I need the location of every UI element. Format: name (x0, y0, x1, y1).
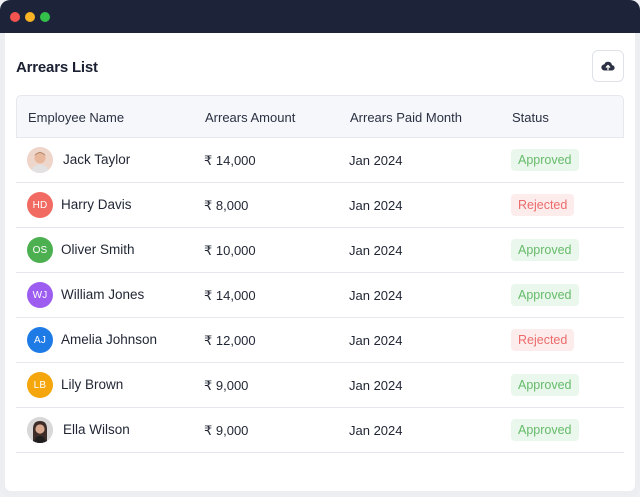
arrears-amount: ₹ 10,000 (204, 243, 256, 258)
arrears-paid-month: Jan 2024 (349, 198, 403, 213)
table-row[interactable]: LB Lily Brown ₹ 9,000 Jan 2024 Approved (16, 363, 624, 408)
arrears-paid-month: Jan 2024 (349, 333, 403, 348)
app-window: Arrears List Employee Name Arrears Amoun… (0, 0, 640, 497)
employee-name: Lily Brown (61, 377, 124, 392)
upload-button[interactable] (592, 50, 624, 82)
page-title: Arrears List (16, 59, 98, 76)
maximize-window-button[interactable] (40, 12, 50, 22)
table-row[interactable]: Ella Wilson ₹ 9,000 Jan 2024 Approved (16, 408, 624, 453)
avatar: LB (27, 372, 53, 398)
title-bar (0, 0, 640, 33)
header-status: Status (512, 110, 549, 125)
arrears-paid-month: Jan 2024 (349, 243, 403, 258)
header-employee-name: Employee Name (28, 110, 125, 125)
arrears-amount: ₹ 14,000 (204, 153, 256, 168)
employee-name: Harry Davis (61, 197, 132, 212)
employee-name: William Jones (61, 287, 145, 302)
status-badge: Approved (511, 419, 579, 441)
employee-name: Jack Taylor (63, 152, 131, 167)
status-badge: Rejected (511, 329, 575, 351)
employee-name: Amelia Johnson (61, 332, 158, 347)
arrears-panel: Arrears List Employee Name Arrears Amoun… (5, 33, 635, 491)
arrears-paid-month: Jan 2024 (349, 288, 403, 303)
header-arrears-amount: Arrears Amount (205, 110, 296, 125)
arrears-amount: ₹ 14,000 (204, 288, 256, 303)
avatar (27, 417, 53, 443)
employee-name: Ella Wilson (63, 422, 130, 437)
arrears-amount: ₹ 8,000 (204, 198, 249, 213)
status-badge: Approved (511, 374, 579, 396)
minimize-window-button[interactable] (25, 12, 35, 22)
avatar (27, 147, 53, 173)
close-window-button[interactable] (10, 12, 20, 22)
arrears-amount: ₹ 9,000 (204, 378, 249, 393)
table-row[interactable]: HD Harry Davis ₹ 8,000 Jan 2024 Rejected (16, 183, 624, 228)
avatar: OS (27, 237, 53, 263)
arrears-amount: ₹ 12,000 (204, 333, 256, 348)
status-badge: Approved (511, 284, 579, 306)
arrears-paid-month: Jan 2024 (349, 153, 403, 168)
avatar: HD (27, 192, 53, 218)
arrears-paid-month: Jan 2024 (349, 423, 403, 438)
status-badge: Rejected (511, 194, 575, 216)
table-header: Employee Name Arrears Amount Arrears Pai… (16, 95, 624, 138)
header-arrears-paid-month: Arrears Paid Month (350, 110, 462, 125)
table-row[interactable]: OS Oliver Smith ₹ 10,000 Jan 2024 Approv… (16, 228, 624, 273)
avatar: AJ (27, 327, 53, 353)
status-badge: Approved (511, 239, 579, 261)
cloud-upload-icon (601, 61, 615, 71)
table-row[interactable]: AJ Amelia Johnson ₹ 12,000 Jan 2024 Reje… (16, 318, 624, 363)
status-badge: Approved (511, 149, 579, 171)
table-row[interactable]: WJ William Jones ₹ 14,000 Jan 2024 Appro… (16, 273, 624, 318)
table-row[interactable]: Jack Taylor ₹ 14,000 Jan 2024 Approved (16, 138, 624, 183)
arrears-paid-month: Jan 2024 (349, 378, 403, 393)
arrears-amount: ₹ 9,000 (204, 423, 249, 438)
employee-name: Oliver Smith (61, 242, 135, 257)
avatar: WJ (27, 282, 53, 308)
